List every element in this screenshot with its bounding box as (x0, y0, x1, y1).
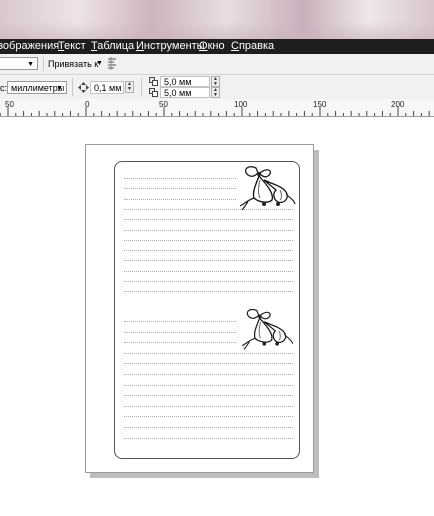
ruled-line (124, 405, 293, 407)
ruled-line (124, 427, 293, 428)
bell-bow-icon[interactable] (238, 164, 296, 214)
align-guides-icon[interactable] (106, 57, 118, 70)
menu-bar: зображения Текст Таблица Инструменты Окн… (0, 39, 434, 54)
ruled-line (124, 395, 293, 397)
ruler-label: 50 (159, 100, 168, 109)
nudge-stepper[interactable]: ▲ ▼ (125, 81, 134, 93)
ruled-line (124, 281, 293, 282)
ruled-line (124, 260, 293, 262)
ruled-line (124, 331, 236, 333)
property-bar-top: ▼ Привязать к ▼ (0, 54, 434, 75)
menu-image[interactable]: зображения (0, 40, 59, 53)
ruled-line (124, 437, 293, 439)
units-dropdown[interactable]: миллиметры ▼ (7, 81, 67, 94)
ruler-label: 50 (5, 100, 14, 109)
units-label: с: (0, 83, 8, 93)
ruled-line (124, 178, 236, 179)
menu-tools-mnemonic: И (136, 40, 144, 52)
ruler-label: 100 (234, 100, 248, 109)
ruled-line (124, 384, 293, 386)
ruled-line (124, 342, 236, 344)
preset-dropdown[interactable]: ▼ (0, 57, 38, 70)
ruled-line (124, 321, 236, 322)
ruled-line (124, 188, 236, 190)
duplicate-x-icon (149, 77, 158, 86)
ruler-ticks (0, 107, 430, 116)
chevron-down-icon: ▼ (27, 61, 34, 68)
nudge-distance-value: 0,1 мм (94, 83, 122, 93)
nudge-distance-input[interactable]: 0,1 мм (90, 81, 124, 94)
ruled-line (124, 363, 293, 365)
property-bar-units: с: миллиметры ▼ 0,1 мм ▲ ▼ 5,0 мм ▲ ▼ 5,0 … (0, 75, 434, 100)
ruled-line (124, 416, 293, 418)
menu-window-mnemonic: О (199, 40, 208, 52)
ruled-line (124, 239, 293, 241)
snap-dropdown-chevron-icon[interactable]: ▼ (96, 58, 103, 70)
duplicate-y-icon (149, 88, 158, 97)
menu-text-label: екст (64, 40, 86, 52)
menu-help-label: правка (238, 40, 275, 52)
bell-bow-icon[interactable] (238, 307, 296, 353)
duplicate-y-stepper[interactable]: ▲ ▼ (211, 87, 220, 98)
ruled-line (124, 219, 293, 221)
ruled-line (124, 291, 293, 293)
menu-tools[interactable]: Инструменты (136, 40, 205, 53)
window-title-bar (0, 0, 434, 39)
menu-window[interactable]: Окно (199, 40, 225, 53)
menu-tools-label: нструменты (143, 40, 205, 52)
ruled-line (124, 250, 293, 252)
ruler-label: 200 (391, 100, 405, 109)
duplicate-y-value: 5,0 мм (164, 88, 192, 98)
duplicate-y-input[interactable]: 5,0 мм (160, 87, 210, 98)
duplicate-x-input[interactable]: 5,0 мм (160, 76, 210, 87)
ruled-line (124, 270, 293, 272)
snap-to-label[interactable]: Привязать к (48, 58, 98, 70)
toolbar-separator (141, 78, 142, 96)
menu-text[interactable]: Текст (58, 40, 86, 53)
menu-table[interactable]: Таблица (91, 40, 134, 53)
nudge-arrows-icon (78, 82, 89, 93)
menu-help[interactable]: Справка (231, 40, 274, 53)
menu-table-label: аблица (97, 40, 135, 52)
ruler-label: 150 (313, 100, 327, 109)
menu-window-label: кно (207, 40, 225, 52)
horizontal-ruler[interactable]: 50 0 50 100 150 200 (0, 99, 434, 117)
ruled-line (124, 374, 293, 375)
toolbar-separator (72, 78, 73, 96)
menu-help-mnemonic: С (231, 40, 239, 52)
duplicate-x-value: 5,0 мм (164, 77, 192, 87)
chevron-down-icon: ▼ (56, 85, 63, 92)
toolbar-separator (43, 57, 44, 71)
menu-image-label: зображения (0, 40, 60, 52)
ruled-line (124, 198, 236, 200)
duplicate-x-stepper[interactable]: ▲ ▼ (211, 76, 220, 87)
ruler-label: 0 (85, 100, 90, 109)
ruled-line (124, 229, 293, 231)
